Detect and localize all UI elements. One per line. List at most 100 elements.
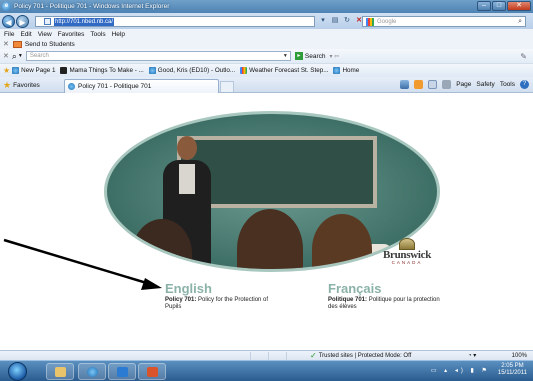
address-url[interactable]: http://701.nbed.nb.ca/ — [54, 17, 115, 26]
search-icon[interactable]: ⌕ — [518, 18, 522, 26]
media-player-icon — [117, 367, 128, 377]
security-zone-text: Trusted sites | Protected Mode: Off — [318, 352, 412, 359]
search-input-placeholder: Search — [29, 53, 49, 59]
menu-file[interactable]: File — [4, 31, 14, 38]
taskbar: ▭ ▴ ◂) ▮ ⚑ 2:05 PM 15/11/2011 — [0, 360, 533, 381]
menu-help[interactable]: Help — [112, 31, 125, 38]
close-toolbar-icon[interactable]: ✕ — [3, 52, 9, 60]
tools-menu[interactable]: Tools — [500, 81, 515, 88]
favorites-button-label: Favorites — [13, 82, 40, 89]
zoom-level[interactable]: 100% — [512, 353, 527, 359]
app-icon — [147, 367, 158, 377]
ie-icon — [87, 367, 98, 377]
favorite-link-label: Home — [342, 67, 360, 74]
favorite-link-label: Good, Kris (ED10) - Outlo... — [157, 67, 236, 74]
search-engine-placeholder: Google — [377, 18, 397, 25]
compatibility-icon[interactable]: ▤ — [330, 16, 340, 26]
send-to-students-button[interactable]: Send to Students — [25, 41, 75, 48]
taskbar-explorer[interactable] — [46, 363, 74, 380]
wrench-icon[interactable]: ✎ — [520, 52, 527, 61]
send-toolbar: ✕ Send to Students — [0, 39, 533, 49]
arrow-head — [141, 278, 162, 290]
ie-page-icon — [12, 67, 20, 74]
taskbar-ie[interactable] — [78, 363, 106, 380]
address-row: ◀ ▶ http://701.nbed.nb.ca/ ▾ ▤ ↻ ✕ Googl… — [0, 13, 533, 29]
chevron-down-icon[interactable]: ▼ — [18, 53, 23, 59]
tray-icons[interactable]: ▭ ▴ ◂) ▮ ⚑ — [431, 367, 490, 374]
favorite-link-label: Weather Forecast St. Step... — [249, 67, 329, 74]
ie-page-icon — [333, 67, 341, 74]
menu-tools[interactable]: Tools — [90, 31, 105, 38]
search-engine-box[interactable]: Google ⌕ — [362, 16, 526, 27]
security-zone[interactable]: ✓ Trusted sites | Protected Mode: Off — [310, 351, 411, 360]
tab-active[interactable]: Policy 701 - Politique 701 — [64, 79, 219, 93]
favorite-link[interactable]: New Page 1 — [12, 67, 55, 74]
feeds-icon[interactable] — [414, 80, 424, 89]
window-title: Policy 701 - Politique 701 - Windows Int… — [14, 3, 170, 10]
favorite-link-label: Mama Things To Make - ... — [69, 67, 144, 74]
favorites-button[interactable]: ★ Favorites — [3, 80, 40, 91]
command-bar: Page Safety Tools ? — [400, 80, 529, 89]
window-controls: – □ ✕ — [477, 1, 531, 11]
page-menu[interactable]: Page — [456, 81, 471, 88]
tab-title: Policy 701 - Politique 701 — [78, 83, 152, 90]
search-icon: ⌕ — [11, 50, 17, 61]
favorite-link-label: New Page 1 — [21, 67, 56, 74]
status-divider — [268, 352, 269, 360]
add-favorite-icon[interactable]: ★ — [3, 66, 10, 75]
back-button[interactable]: ◀ — [2, 14, 15, 28]
print-icon[interactable] — [442, 80, 452, 89]
checkmark-icon: ✓ — [310, 351, 317, 360]
menu-favorites[interactable]: Favorites — [58, 31, 85, 38]
new-tab-button[interactable] — [220, 81, 234, 92]
search-button[interactable]: ▸ Search — [294, 52, 326, 60]
star-icon: ★ — [3, 80, 12, 90]
favorite-link[interactable]: Good, Kris (ED10) - Outlo... — [148, 67, 236, 74]
help-icon[interactable]: ? — [520, 80, 529, 89]
zone-icon[interactable]: ◔ ▾ — [468, 352, 476, 359]
home-icon[interactable] — [400, 80, 410, 89]
ie-logo-icon: e — [2, 2, 11, 11]
maximize-button[interactable]: □ — [492, 1, 506, 11]
safety-menu[interactable]: Safety — [476, 81, 494, 88]
minimize-button[interactable]: – — [477, 1, 491, 11]
clock[interactable]: 2:05 PM 15/11/2011 — [498, 363, 527, 377]
refresh-icon[interactable]: ↻ — [342, 16, 352, 26]
menu-edit[interactable]: Edit — [20, 31, 31, 38]
dropdown-icon[interactable]: ▾ — [318, 16, 328, 26]
menu-view[interactable]: View — [38, 31, 52, 38]
ie-page-icon — [148, 67, 156, 74]
system-tray: ▭ ▴ ◂) ▮ ⚑ 2:05 PM 15/11/2011 — [431, 363, 527, 377]
tab-row: ★ Favorites Policy 701 - Politique 701 P… — [0, 77, 533, 93]
favorites-bar: ★ New Page 1 Mama Things To Make - ... G… — [0, 63, 533, 77]
forward-button[interactable]: ▶ — [16, 14, 29, 28]
arrow-line — [3, 238, 151, 286]
close-button[interactable]: ✕ — [507, 1, 531, 11]
search-button-label: Search — [304, 52, 326, 60]
mail-icon[interactable] — [428, 80, 438, 89]
pinterest-icon — [60, 67, 68, 74]
status-bar: ✓ Trusted sites | Protected Mode: Off ◔ … — [0, 350, 533, 360]
menu-bar: File Edit View Favorites Tools Help — [0, 29, 533, 39]
search-options-icon[interactable]: ▾ ⇦ — [329, 53, 339, 60]
favorite-link[interactable]: Weather Forecast St. Step... — [240, 67, 328, 74]
status-divider — [286, 352, 287, 360]
annotation-arrow — [3, 238, 162, 290]
search-input[interactable]: Search ▼ — [25, 51, 291, 61]
folder-icon — [55, 367, 66, 377]
favorite-link[interactable]: Home — [333, 67, 359, 74]
address-controls: ▾ ▤ ↻ ✕ — [318, 16, 364, 26]
close-toolbar-icon[interactable]: ✕ — [3, 40, 9, 48]
clock-date: 15/11/2011 — [497, 370, 527, 376]
mail-icon — [12, 40, 22, 48]
favorite-link[interactable]: Mama Things To Make - ... — [60, 67, 144, 74]
weather-icon — [240, 67, 248, 74]
chevron-down-icon[interactable]: ▼ — [283, 52, 288, 60]
taskbar-media[interactable] — [108, 363, 136, 380]
search-go-icon: ▸ — [294, 52, 303, 60]
google-icon — [366, 17, 374, 26]
taskbar-app[interactable] — [138, 363, 166, 380]
start-button[interactable] — [8, 362, 27, 381]
ie-page-icon — [68, 83, 75, 90]
address-field[interactable]: http://701.nbed.nb.ca/ — [35, 16, 315, 27]
